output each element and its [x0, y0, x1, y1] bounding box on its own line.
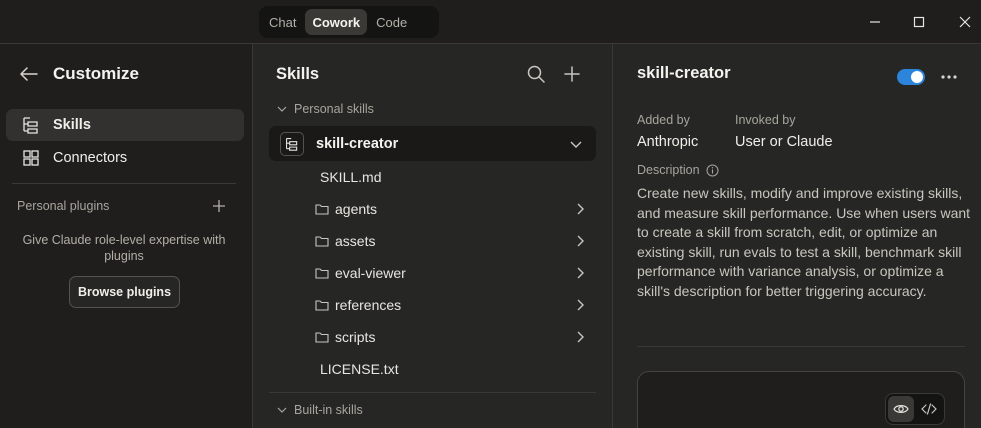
file-name: LICENSE.txt [320, 361, 399, 377]
sidebar-item-label: Skills [53, 117, 91, 133]
divider [12, 183, 236, 184]
more-horizontal-icon [941, 75, 957, 79]
more-options-button[interactable] [939, 67, 959, 87]
skills-panel-title: Skills [276, 65, 320, 83]
toggle-knob [911, 71, 923, 83]
folder-item-references[interactable]: references [315, 289, 595, 321]
skill-description: Create new skills, modify and improve ex… [637, 185, 971, 299]
folder-icon [315, 204, 329, 215]
plugins-description: Give Claude role-level expertise with pl… [22, 233, 226, 263]
chevron-down-icon [277, 407, 287, 413]
preview-mode-button[interactable] [888, 396, 914, 422]
add-skill-button[interactable] [562, 64, 582, 84]
folder-icon [315, 236, 329, 247]
minimize-icon [870, 21, 880, 23]
file-item-license[interactable]: LICENSE.txt [320, 353, 600, 385]
tab-code[interactable]: Code [369, 9, 414, 35]
folder-name: agents [335, 201, 378, 217]
folder-icon [315, 300, 329, 311]
chevron-right-icon [577, 235, 584, 247]
connectors-icon [22, 149, 40, 167]
code-mode-button[interactable] [916, 396, 942, 422]
folder-name: assets [335, 233, 376, 249]
chevron-right-icon [577, 203, 584, 215]
folder-name: references [335, 297, 402, 313]
invoked-by-label: Invoked by [735, 113, 796, 127]
close-window-button[interactable] [953, 10, 977, 34]
personal-skills-section[interactable]: Personal skills [276, 100, 374, 118]
sidebar-item-connectors[interactable]: Connectors [6, 142, 244, 174]
file-name: SKILL.md [320, 169, 382, 185]
chevron-right-icon [577, 267, 584, 279]
chevron-right-icon [577, 331, 584, 343]
skill-name: skill-creator [316, 135, 399, 152]
skill-title: skill-creator [637, 64, 731, 82]
browse-plugins-button[interactable]: Browse plugins [69, 276, 180, 308]
maximize-icon [913, 16, 925, 28]
page-title: Customize [53, 64, 139, 83]
view-mode-toggle [885, 393, 945, 425]
folder-icon [315, 268, 329, 279]
section-label: Built-in skills [294, 403, 363, 417]
divider [637, 346, 965, 347]
customize-sidebar: Customize Skills Connectors Personal plu… [0, 44, 253, 428]
code-icon [921, 403, 937, 415]
add-plugin-button[interactable] [210, 197, 228, 215]
folder-item-scripts[interactable]: scripts [315, 321, 595, 353]
minimize-button[interactable] [863, 10, 887, 34]
title-bar: Chat Cowork Code [0, 0, 981, 44]
chevron-down-icon [277, 106, 287, 112]
mode-switcher: Chat Cowork Code [259, 6, 439, 38]
folder-name: scripts [335, 329, 376, 345]
skill-icon [280, 131, 304, 156]
tab-cowork[interactable]: Cowork [305, 9, 368, 35]
folder-icon [315, 332, 329, 343]
sidebar-item-skills[interactable]: Skills [6, 109, 244, 141]
skills-icon [22, 116, 40, 134]
chevron-right-icon [577, 299, 584, 311]
folder-name: eval-viewer [335, 265, 406, 281]
description-label-text: Description [637, 163, 700, 177]
plus-icon [564, 66, 580, 82]
skill-item-skill-creator[interactable]: skill-creator [269, 126, 596, 161]
tab-chat[interactable]: Chat [262, 9, 303, 35]
skills-panel: Skills Personal skills skill-creator SKI… [253, 44, 613, 428]
folder-item-agents[interactable]: agents [315, 193, 595, 225]
info-icon[interactable] [706, 164, 719, 177]
eye-icon [893, 405, 909, 413]
divider [269, 392, 596, 393]
maximize-button[interactable] [907, 10, 931, 34]
skill-detail-panel: skill-creator Added by Anthropic Invoked… [613, 44, 981, 428]
plus-icon [213, 200, 225, 212]
invoked-by-value: User or Claude [735, 134, 833, 150]
search-button[interactable] [526, 64, 546, 84]
section-label: Personal skills [294, 102, 374, 116]
added-by-label: Added by [637, 113, 690, 127]
folder-item-assets[interactable]: assets [315, 225, 595, 257]
skill-enabled-toggle[interactable] [897, 69, 925, 85]
sidebar-item-label: Connectors [53, 150, 128, 166]
added-by-value: Anthropic [637, 134, 699, 150]
skill-file-preview [637, 371, 965, 428]
arrow-left-icon [20, 67, 38, 81]
builtin-skills-section[interactable]: Built-in skills [276, 401, 363, 419]
file-item-skill-md[interactable]: SKILL.md [320, 161, 600, 193]
search-icon [527, 65, 545, 83]
chevron-down-icon [570, 141, 582, 148]
close-icon [959, 16, 971, 28]
folder-item-eval-viewer[interactable]: eval-viewer [315, 257, 595, 289]
description-label: Description [637, 163, 719, 177]
back-button[interactable] [17, 63, 41, 85]
personal-plugins-label: Personal plugins [17, 199, 110, 213]
